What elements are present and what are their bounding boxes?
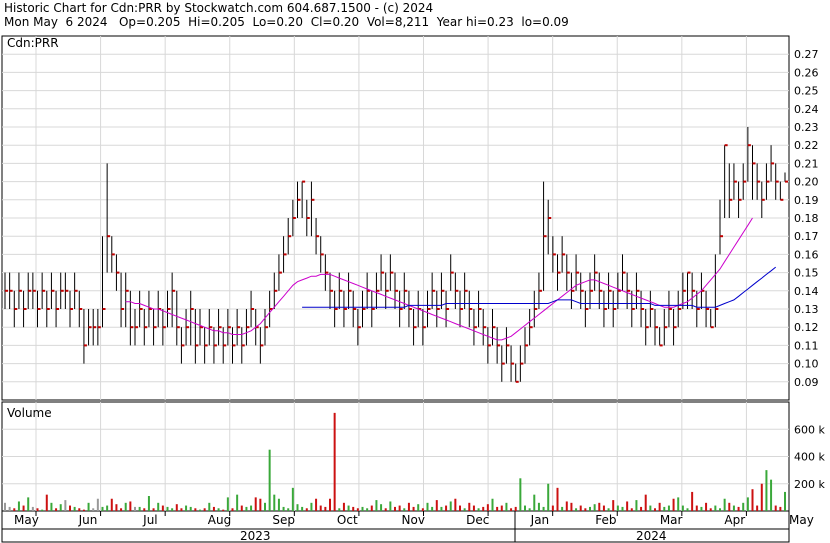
month-label: Sep xyxy=(272,513,295,527)
month-label: May xyxy=(789,513,814,527)
month-label: May xyxy=(14,513,39,527)
y-tick-label: 0.13 xyxy=(794,303,819,316)
month-label: Jun xyxy=(78,513,98,527)
stock-chart: Historic Chart for Cdn:PRR by Stockwatch… xyxy=(0,0,830,543)
y-tick-label: 0.27 xyxy=(794,48,819,61)
volume-tick-label: 200 k xyxy=(794,478,825,491)
y-tick-label: 0.23 xyxy=(794,121,819,134)
y-tick-label: 0.25 xyxy=(794,85,819,98)
y-tick-label: 0.26 xyxy=(794,66,819,79)
month-label: Oct xyxy=(337,513,358,527)
y-tick-label: 0.21 xyxy=(794,157,819,170)
month-label: Feb xyxy=(595,513,616,527)
y-tick-label: 0.15 xyxy=(794,267,819,280)
volume-tick-label: 400 k xyxy=(794,451,825,464)
month-label: Dec xyxy=(466,513,489,527)
y-tick-label: 0.12 xyxy=(794,321,819,334)
price-panel-label: Cdn:PRR xyxy=(7,36,59,50)
chart-canvas: 0.09 0.10 0.11 0.12 0.13 0.14 0.15 0.16 0.17 0.18… xyxy=(1,35,825,543)
y-tick-label: 0.10 xyxy=(794,358,819,371)
month-label: Nov xyxy=(402,513,425,527)
y-tick-label: 0.24 xyxy=(794,103,819,116)
volume-tick-label: 600 k xyxy=(794,423,825,436)
volume-panel-label: Volume xyxy=(7,406,52,420)
month-label: Apr xyxy=(724,513,745,527)
y-tick-label: 0.20 xyxy=(794,176,819,189)
y-tick-label: 0.19 xyxy=(794,194,819,207)
y-tick-label: 0.22 xyxy=(794,139,819,152)
y-tick-label: 0.18 xyxy=(794,212,819,225)
y-tick-label: 0.09 xyxy=(794,376,819,389)
month-label: Aug xyxy=(208,513,231,527)
month-label: Jan xyxy=(530,513,550,527)
year-label: 2024 xyxy=(636,529,667,543)
y-tick-label: 0.11 xyxy=(794,339,819,352)
y-tick-label: 0.14 xyxy=(794,285,819,298)
year-axis-frame xyxy=(1,528,790,543)
month-label: Mar xyxy=(660,513,683,527)
month-label: Jul xyxy=(142,513,157,527)
y-tick-label: 0.17 xyxy=(794,230,819,243)
y-tick-label: 0.16 xyxy=(794,248,819,261)
year-label: 2023 xyxy=(240,529,271,543)
